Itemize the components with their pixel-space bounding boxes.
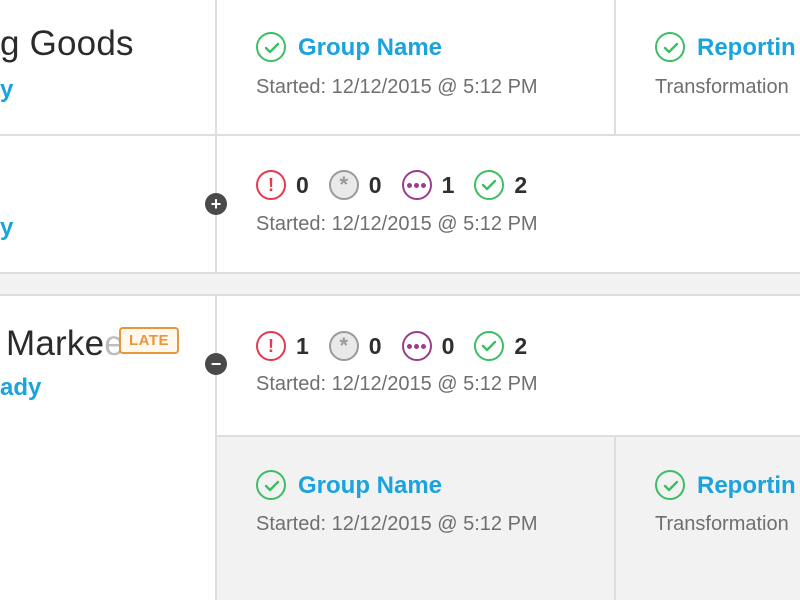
done-count: 2	[514, 332, 528, 359]
status-summary: ! 0 * 0 1 2	[256, 170, 547, 200]
job-card[interactable]	[256, 470, 286, 505]
job-card[interactable]	[655, 32, 685, 67]
row-status-link[interactable]: y	[0, 214, 13, 242]
running-count: 1	[441, 171, 455, 198]
job-name-link[interactable]: Reportin	[697, 34, 796, 62]
check-circle-icon	[256, 32, 286, 62]
column-divider	[614, 0, 616, 134]
running-count: 0	[441, 332, 455, 359]
job-meta: Transformation	[655, 76, 789, 98]
check-circle-icon	[474, 331, 505, 361]
pending-count: 0	[368, 171, 382, 198]
check-circle-icon	[256, 470, 286, 500]
divider	[217, 435, 800, 437]
column-divider	[614, 436, 616, 600]
running-dots-icon	[401, 170, 432, 200]
pending-stat: * 0	[328, 170, 382, 200]
late-badge: LATE	[119, 327, 180, 354]
status-summary: ! 1 * 0 0 2	[256, 331, 547, 361]
row-started: Started: 12/12/2015 @ 5:12 PM	[256, 213, 538, 235]
error-icon: !	[256, 331, 286, 361]
row-started: Started: 12/12/2015 @ 5:12 PM	[256, 373, 538, 395]
done-stat: 2	[474, 331, 527, 361]
done-stat: 2	[474, 170, 527, 200]
error-stat: ! 1	[256, 331, 309, 361]
row-separator-band	[0, 273, 800, 295]
pending-stat: * 0	[328, 331, 382, 361]
row-title: g Goods	[0, 24, 134, 63]
error-count: 0	[296, 171, 309, 198]
done-count: 2	[514, 171, 528, 198]
divider	[0, 272, 800, 274]
job-started: Started: 12/12/2015 @ 5:12 PM	[256, 513, 538, 535]
pending-asterisk-icon: *	[328, 170, 359, 200]
check-circle-icon	[655, 32, 685, 62]
running-dots-icon	[401, 331, 432, 361]
row-status-link[interactable]: ady	[0, 374, 41, 402]
job-name-link[interactable]: Group Name	[298, 34, 442, 62]
running-stat: 0	[401, 331, 455, 361]
job-name-link[interactable]: Group Name	[298, 472, 442, 500]
error-icon: !	[256, 170, 286, 200]
column-divider	[215, 295, 217, 600]
job-card[interactable]	[256, 32, 286, 67]
job-started: Started: 12/12/2015 @ 5:12 PM	[256, 76, 538, 98]
error-count: 1	[296, 332, 309, 359]
pending-asterisk-icon: *	[328, 331, 359, 361]
pending-count: 0	[368, 332, 382, 359]
running-stat: 1	[401, 170, 455, 200]
row-status-link[interactable]: y	[0, 76, 13, 104]
column-divider	[215, 0, 217, 272]
error-stat: ! 0	[256, 170, 309, 200]
expand-toggle-icon[interactable]: +	[205, 193, 227, 215]
check-circle-icon	[655, 470, 685, 500]
row-title: Markee	[6, 324, 124, 363]
job-name-link[interactable]: Reportin	[697, 472, 796, 500]
divider	[0, 134, 800, 136]
collapse-toggle-icon[interactable]: −	[205, 353, 227, 375]
divider	[0, 294, 800, 296]
check-circle-icon	[474, 170, 505, 200]
job-meta: Transformation	[655, 513, 789, 535]
job-card[interactable]	[655, 470, 685, 505]
